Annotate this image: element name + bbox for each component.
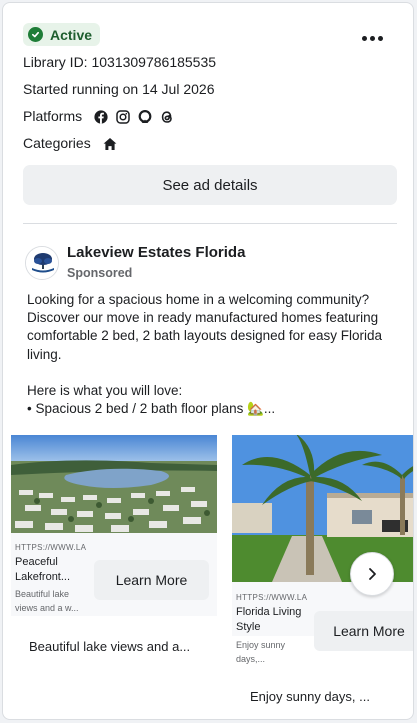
- platforms-row: Platforms: [23, 108, 174, 125]
- carousel-description: Beautiful lake views and a w...: [15, 589, 79, 613]
- advertiser-name[interactable]: Lakeview Estates Florida: [67, 244, 245, 261]
- carousel-caption: Enjoy sunny days, ...: [250, 689, 370, 704]
- status-label: Active: [50, 26, 93, 43]
- categories-label: Categories: [23, 135, 91, 151]
- ad-body-line: Here is what you will love:: [27, 382, 183, 398]
- facebook-icon: [94, 110, 108, 124]
- carousel-card[interactable]: HTTPS://WWW.LA Peaceful Lakefront... Bea…: [11, 435, 217, 654]
- ad-body-line: Looking for a spacious home in a welcomi…: [27, 292, 382, 362]
- see-ad-details-button[interactable]: See ad details: [23, 165, 397, 205]
- threads-icon: [161, 111, 172, 124]
- home-icon: [103, 138, 116, 151]
- learn-more-button[interactable]: Learn More: [314, 611, 413, 651]
- next-arrow-button[interactable]: [350, 552, 394, 596]
- ad-body-spacer: [27, 364, 397, 382]
- instagram-icon: [116, 110, 130, 125]
- ad-carousel: HTTPS://WWW.LA Peaceful Lakefront... Bea…: [3, 435, 413, 719]
- carousel-title[interactable]: Peaceful Lakefront...: [15, 555, 85, 585]
- carousel-url: HTTPS://WWW.LA: [15, 543, 87, 552]
- categories-row: Categories: [23, 135, 117, 151]
- learn-more-button[interactable]: Learn More: [94, 560, 209, 600]
- ad-card: Active Library ID: 1031309786185535 Star…: [2, 2, 414, 720]
- divider: [23, 223, 397, 224]
- lake-aerial-image: [11, 435, 217, 533]
- check-icon: [28, 27, 43, 42]
- ad-body-line: • Spacious 2 bed / 2 bath floor plans 🏡.…: [27, 401, 276, 417]
- platforms-label: Platforms: [23, 108, 83, 124]
- carousel-description: Enjoy sunny days,...: [236, 640, 286, 664]
- sponsored-label: Sponsored: [67, 266, 133, 280]
- carousel-url: HTTPS://WWW.LA: [236, 593, 308, 602]
- carousel-card[interactable]: HTTPS://WWW.LA Florida Living Style Enjo…: [232, 435, 413, 704]
- ad-body: Looking for a spacious home in a welcomi…: [27, 291, 397, 418]
- chevron-right-icon: [369, 568, 376, 580]
- advertiser-avatar[interactable]: [25, 246, 59, 280]
- audience-network-icon: [138, 110, 152, 124]
- status-badge: Active: [23, 23, 101, 46]
- more-options-icon[interactable]: [362, 36, 383, 41]
- carousel-caption: Beautiful lake views and a...: [29, 639, 191, 654]
- started-running: Started running on 14 Jul 2026: [23, 81, 215, 97]
- carousel-title[interactable]: Florida Living Style: [236, 605, 316, 635]
- library-id: Library ID: 1031309786185535: [23, 54, 217, 70]
